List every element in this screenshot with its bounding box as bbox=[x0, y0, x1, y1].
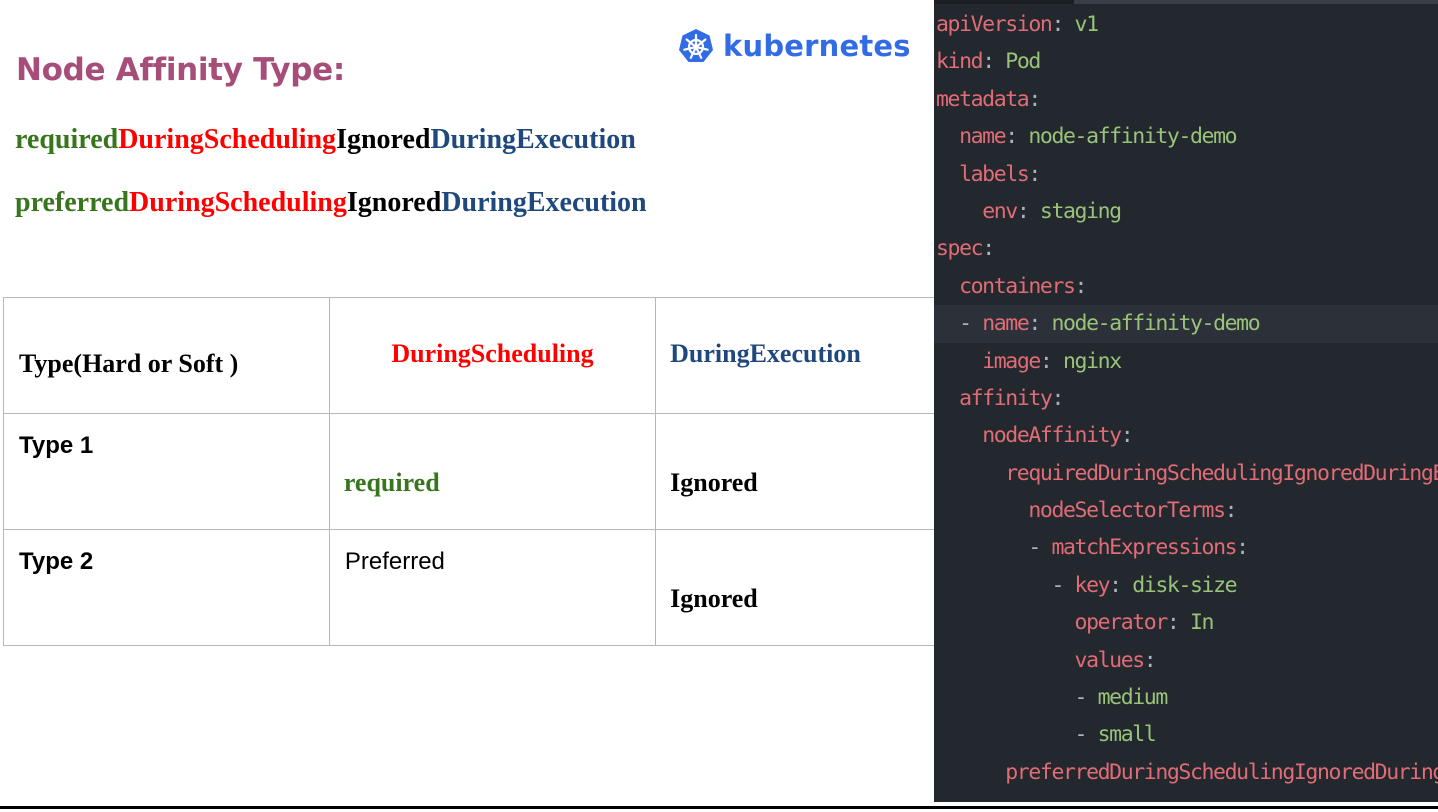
code-key: name bbox=[982, 311, 1030, 337]
code-line: containers: bbox=[936, 268, 1438, 305]
code-line: - small bbox=[936, 716, 1438, 753]
cell-scheduling: Preferred bbox=[328, 529, 657, 646]
term-part: Ignored bbox=[336, 124, 431, 155]
table-header-row: Type(Hard or Soft ) DuringScheduling Dur… bbox=[3, 297, 934, 414]
code-line: - key: disk-size bbox=[936, 572, 1237, 598]
code-value: nginx bbox=[1063, 348, 1122, 374]
code-indent: - bbox=[936, 572, 1075, 598]
code-line: spec: bbox=[936, 236, 995, 262]
code-line: apiVersion: v1 bbox=[936, 12, 1099, 37]
code-indent: - bbox=[936, 311, 983, 337]
term-part: required bbox=[15, 124, 119, 155]
code-line: requiredDuringSchedulingIgnoredDuringExe… bbox=[936, 455, 1438, 492]
code-lines: apiVersion: v1 kind: Pod metadata: name: n… bbox=[934, 6, 1438, 791]
slide-content: Node Affinity Type: kubernetes requiredD… bbox=[0, 0, 934, 812]
code-key: preferredDuringSchedulingIgnoredDuringEx… bbox=[1005, 759, 1438, 785]
code-key: labels bbox=[959, 161, 1030, 187]
code-value: node-affinity-demo bbox=[1028, 124, 1237, 150]
code-line: image: nginx bbox=[936, 343, 1438, 380]
code-value: medium bbox=[1097, 685, 1169, 711]
code-key: values bbox=[1074, 647, 1146, 673]
code-line: nodeSelectorTerms: bbox=[936, 492, 1438, 529]
code-line: - name: node-affinity-demo bbox=[934, 305, 1438, 343]
code-line: preferredDuringSchedulingIgnoredDuringEx… bbox=[936, 754, 1438, 791]
code-key: containers bbox=[959, 273, 1076, 299]
row-label: Type 1 bbox=[3, 413, 330, 530]
code-key: key bbox=[1074, 572, 1111, 598]
header-cell-type: Type(Hard or Soft ) bbox=[3, 297, 330, 414]
code-key: matchExpressions bbox=[1051, 535, 1237, 561]
code-value: staging bbox=[1039, 198, 1122, 224]
kubernetes-wheel-icon bbox=[679, 29, 713, 62]
header-cell-during-execution: DuringExecution bbox=[655, 297, 934, 414]
code-value: small bbox=[1097, 722, 1157, 748]
bottom-divider bbox=[0, 806, 1438, 809]
code-key: nodeAffinity bbox=[982, 423, 1122, 449]
affinity-term-preferred: preferredDuringSchedulingIgnoredDuringEx… bbox=[15, 187, 647, 219]
term-part: DuringScheduling bbox=[129, 187, 347, 218]
code-line: - matchExpressions: bbox=[936, 535, 1249, 561]
kubernetes-logo: kubernetes bbox=[678, 28, 911, 64]
code-key: image bbox=[982, 348, 1041, 374]
term-part: DuringScheduling bbox=[118, 124, 337, 155]
row-label: Type 2 bbox=[3, 529, 330, 646]
code-line: values: bbox=[936, 642, 1438, 679]
cell-execution: Ignored bbox=[655, 413, 934, 530]
affinity-term-required: requiredDuringSchedulingIgnoredDuringExe… bbox=[15, 124, 636, 156]
code-key: nodeSelectorTerms bbox=[1028, 498, 1226, 524]
cell-scheduling: required bbox=[328, 413, 657, 530]
table-row: Type 1 required Ignored bbox=[3, 413, 934, 530]
code-line: - medium bbox=[936, 679, 1438, 716]
affinity-table: Type(Hard or Soft ) DuringScheduling Dur… bbox=[3, 297, 934, 646]
code-line: kind: Pod bbox=[936, 49, 1041, 75]
code-line: labels: bbox=[936, 156, 1438, 193]
code-line: metadata: bbox=[936, 86, 1041, 112]
code-key: kind bbox=[936, 49, 984, 75]
code-key: affinity bbox=[959, 385, 1053, 411]
code-value: In bbox=[1189, 610, 1214, 636]
code-key: requiredDuringSchedulingIgnoredDuringExe… bbox=[1005, 460, 1438, 486]
code-key: operator bbox=[1074, 610, 1169, 636]
code-line: nodeAffinity: bbox=[936, 417, 1438, 454]
code-value: Pod bbox=[1005, 49, 1041, 75]
code-value: disk-size bbox=[1132, 572, 1237, 598]
code-indent: - bbox=[936, 685, 1098, 711]
term-part: DuringExecution bbox=[430, 124, 636, 155]
term-part: Ignored bbox=[346, 187, 442, 218]
code-indent: - bbox=[936, 535, 1052, 561]
page-title: Node Affinity Type: bbox=[16, 52, 345, 88]
code-line: affinity: bbox=[936, 380, 1438, 417]
code-value: node-affinity-demo bbox=[1051, 311, 1260, 337]
term-part: DuringExecution bbox=[441, 187, 647, 218]
code-key: env bbox=[982, 198, 1018, 224]
logo-text: kubernetes bbox=[723, 29, 911, 63]
term-part: preferred bbox=[15, 187, 130, 218]
code-line: env: staging bbox=[936, 193, 1438, 230]
code-line: name: node-affinity-demo bbox=[936, 118, 1438, 155]
editor-top-bar bbox=[934, 0, 1438, 4]
cell-execution: Ignored bbox=[655, 529, 934, 646]
code-key: metadata bbox=[936, 86, 1030, 112]
yaml-code-panel: apiVersion: v1 kind: Pod metadata: name: n… bbox=[934, 0, 1438, 802]
header-cell-during-scheduling: DuringScheduling bbox=[328, 297, 657, 414]
code-value: v1 bbox=[1074, 12, 1099, 37]
code-key: spec bbox=[936, 236, 984, 262]
code-key: apiVersion bbox=[936, 12, 1053, 37]
code-indent: - bbox=[936, 722, 1098, 748]
code-key: name bbox=[959, 124, 1007, 150]
table-row: Type 2 Preferred Ignored bbox=[3, 529, 934, 646]
code-line: operator: In bbox=[936, 604, 1438, 641]
